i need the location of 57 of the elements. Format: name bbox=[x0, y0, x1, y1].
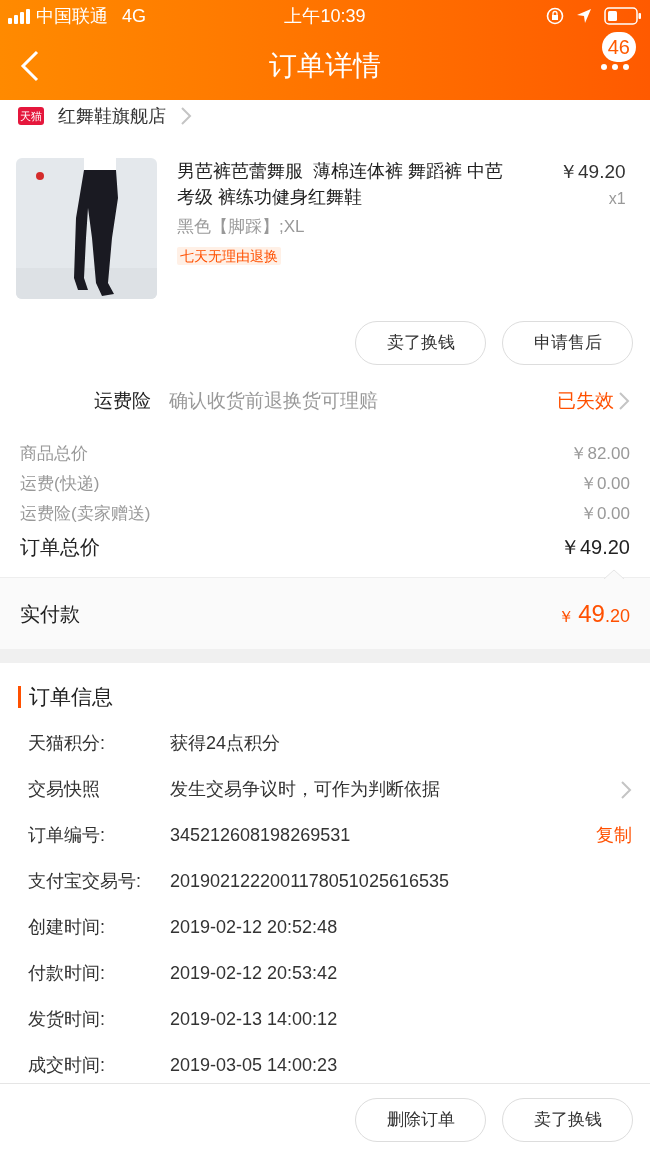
product-variant: 黑色【脚踩】;XL bbox=[177, 216, 306, 238]
location-icon bbox=[576, 8, 592, 24]
cost-value: ￥82.00 bbox=[570, 443, 630, 466]
chevron-icon bbox=[618, 391, 630, 411]
signal-icon bbox=[8, 8, 30, 24]
rotation-lock-icon bbox=[546, 7, 564, 25]
chevron-icon bbox=[180, 106, 192, 126]
store-link[interactable]: 天猫 红舞鞋旗舰店 bbox=[0, 100, 650, 132]
info-label: 成交时间: bbox=[28, 1054, 106, 1077]
notification-badge: 46 bbox=[601, 32, 636, 62]
insurance-label: 运费险 bbox=[94, 388, 151, 413]
cost-label: 运费险(卖家赠送) bbox=[20, 503, 151, 526]
info-value: 获得24点积分 bbox=[170, 732, 281, 755]
info-label: 创建时间: bbox=[28, 916, 106, 939]
total-label: 订单总价 bbox=[20, 535, 100, 560]
carrier-text: 中国联通 bbox=[36, 4, 108, 28]
title-accent-bar bbox=[18, 685, 21, 708]
store-name: 红舞鞋旗舰店 bbox=[58, 104, 166, 128]
action-button[interactable]: 卖了换钱 bbox=[355, 321, 486, 365]
cost-value: ￥0.00 bbox=[579, 473, 630, 496]
action-button[interactable]: 申请售后 bbox=[502, 321, 633, 365]
page-title: 订单详情 bbox=[269, 49, 381, 83]
cost-label: 商品总价 bbox=[20, 443, 88, 466]
info-value: 2019-02-12 20:53:42 bbox=[170, 962, 338, 985]
insurance-text: 确认收货前退换货可理赔 bbox=[169, 388, 378, 413]
cost-label: 运费(快递) bbox=[20, 473, 100, 496]
network-text: 4G bbox=[122, 4, 146, 28]
insurance-status: 已失效 bbox=[557, 388, 614, 413]
clock-text: 上午10:39 bbox=[284, 4, 366, 28]
info-value: 2019-02-13 14:00:12 bbox=[170, 1008, 338, 1031]
info-value: 2019-03-05 14:00:23 bbox=[170, 1054, 338, 1077]
info-value: 345212608198269531 bbox=[170, 824, 351, 847]
more-button[interactable] bbox=[600, 63, 630, 71]
action-button[interactable]: 删除订单 bbox=[355, 1097, 486, 1142]
total-value: ￥49.20 bbox=[559, 535, 630, 560]
info-label: 付款时间: bbox=[28, 962, 106, 985]
info-value: 2019-02-12 20:52:48 bbox=[170, 916, 338, 939]
snapshot-link[interactable]: 发生交易争议时，可作为判断依据 bbox=[170, 776, 440, 803]
info-label: 天猫积分: bbox=[28, 732, 106, 755]
return-policy-tag: 七天无理由退换 bbox=[177, 246, 281, 265]
product-title[interactable]: 男芭裤芭蕾舞服 薄棉连体裤 舞蹈裤 中芭考级 裤练功健身红舞鞋 bbox=[177, 158, 507, 210]
product-quantity: x1 bbox=[608, 188, 626, 209]
store-badge: 天猫 bbox=[18, 107, 44, 125]
paid-amount: ￥ 49.20 bbox=[558, 598, 630, 629]
chevron-icon bbox=[620, 779, 632, 800]
info-label: 发货时间: bbox=[28, 1008, 106, 1031]
action-button[interactable]: 卖了换钱 bbox=[502, 1097, 633, 1142]
shipping-insurance-row[interactable]: 运费险 确认收货前退换货可理赔 已失效 bbox=[0, 365, 650, 437]
info-label: 交易快照 bbox=[28, 778, 101, 801]
info-label: 订单编号: bbox=[28, 824, 106, 847]
section-title: 订单信息 bbox=[29, 684, 113, 710]
cost-value: ￥0.00 bbox=[579, 503, 630, 526]
paid-label: 实付款 bbox=[20, 601, 80, 627]
info-value: 2019021222001178051025616535 bbox=[170, 870, 449, 893]
info-label: 支付宝交易号: bbox=[28, 870, 142, 893]
battery-icon bbox=[604, 7, 642, 25]
product-price: ￥49.20 bbox=[559, 160, 626, 184]
